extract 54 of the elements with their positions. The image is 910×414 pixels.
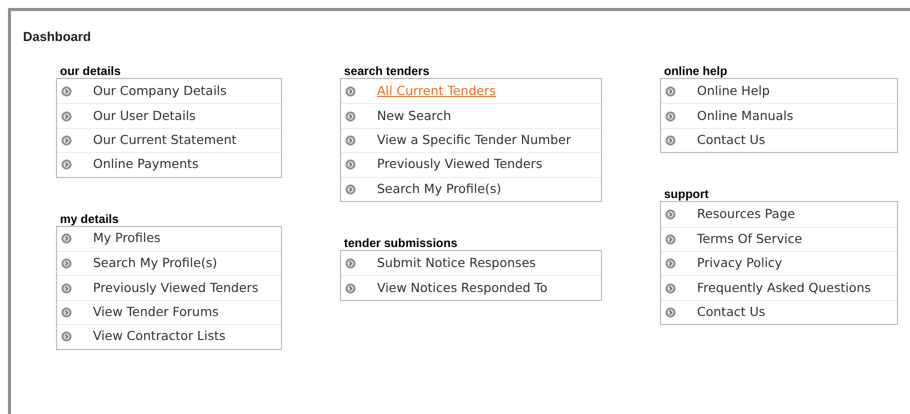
menu-link[interactable]: Previously Viewed Tenders [377,155,542,174]
menu-link[interactable]: Search My Profile(s) [93,254,218,274]
menu-link[interactable]: Privacy Policy [697,254,782,274]
menu-link[interactable]: Contact Us [697,131,766,150]
menu-link[interactable]: Submit Notice Responses [377,254,536,273]
section-heading: my details [60,212,120,226]
circle-arrow-icon [665,134,676,146]
menu-link[interactable]: Terms Of Service [697,230,802,249]
circle-arrow-icon [345,282,356,294]
circle-arrow-icon [345,159,356,170]
menu-link[interactable]: Frequently Asked Questions [697,278,871,298]
circle-arrow-icon [61,159,72,170]
circle-arrow-icon [665,86,676,97]
circle-arrow-icon [345,110,356,122]
page-title: Dashboard [23,29,92,45]
menu-link[interactable]: View Notices Responded To [377,278,548,298]
circle-arrow-icon [61,282,72,294]
section-heading: tender submissions [344,236,458,250]
circle-arrow-icon [665,234,676,245]
menu-link[interactable]: Our Current Statement [93,131,237,150]
circle-arrow-icon [61,86,72,97]
circle-arrow-icon [345,258,356,269]
circle-arrow-icon [345,134,356,146]
menu-link[interactable]: Online Help [697,82,770,101]
circle-arrow-icon [345,86,356,97]
circle-arrow-icon [665,110,676,122]
menu-link[interactable]: My Profiles [93,229,161,248]
circle-arrow-icon [61,258,72,270]
menu-link[interactable]: View Contractor Lists [93,327,226,346]
section-heading: search tenders [344,64,430,78]
circle-arrow-icon [61,306,72,318]
menu-link[interactable]: Contact Us [697,303,766,322]
menu-link[interactable]: View Tender Forums [93,303,219,322]
menu-link[interactable]: Our User Details [93,106,196,126]
circle-arrow-icon [345,184,356,195]
section-heading: online help [664,64,728,78]
menu-link[interactable]: Search My Profile(s) [377,180,502,199]
menu-link[interactable]: Previously Viewed Tenders [93,278,258,298]
menu-link[interactable]: Resources Page [697,204,796,224]
menu-link[interactable]: Online Manuals [697,106,794,126]
section-heading: support [664,187,710,202]
section-heading: our details [60,64,122,78]
menu-link[interactable]: Our Company Details [93,82,227,101]
circle-arrow-icon [61,110,72,122]
circle-arrow-icon [61,134,72,146]
circle-arrow-icon [61,233,72,244]
circle-arrow-icon [665,258,676,270]
circle-arrow-icon [665,208,676,220]
circle-arrow-icon [665,282,676,294]
menu-link[interactable]: Online Payments [93,155,199,174]
menu-link[interactable]: View a Specific Tender Number [377,131,571,150]
circle-arrow-icon [665,306,676,318]
menu-link[interactable]: New Search [377,106,452,126]
circle-arrow-icon [61,331,72,342]
